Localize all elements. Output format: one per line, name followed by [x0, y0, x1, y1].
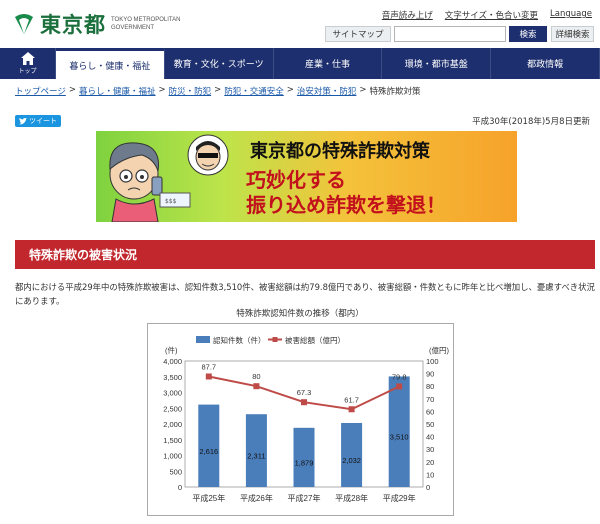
tokyo-ginkgo-logo-icon	[15, 14, 33, 34]
line-value-label: 87.7	[201, 362, 216, 371]
line-value-label: 67.3	[297, 388, 312, 397]
bar-value-label: 1,879	[295, 458, 314, 467]
y-right-tick-label: 70	[426, 395, 434, 404]
chart-title: 特殊詐欺認知件数の推移（都内）	[236, 309, 364, 319]
breadcrumb-item[interactable]: 防災・防犯	[169, 85, 212, 97]
bar	[293, 427, 315, 487]
advanced-search-button[interactable]: 詳細検索	[551, 26, 594, 42]
tweet-label: ツイート	[29, 117, 57, 125]
y-left-tick-label: 500	[169, 467, 182, 476]
nav-item-environment-infrastructure[interactable]: 環境・都市基盤	[382, 48, 492, 79]
breadcrumb-item[interactable]: トップページ	[15, 85, 66, 97]
bar	[245, 414, 267, 487]
logo-english: TOKYO METROPOLITAN GOVERNMENT	[111, 16, 180, 32]
text-to-speech-link[interactable]: 音声読み上げ	[382, 9, 433, 21]
fraud-chart: 0 500 1,000 1,500 2,000 2,500 3,000 3,500 4,000(…	[147, 323, 454, 516]
bar-value-label: 3,510	[390, 433, 409, 442]
y-left-tick-label: 3,000	[163, 389, 182, 398]
y-right-unit: (億円)	[429, 345, 449, 355]
nav-item-government-info[interactable]: 都政情報	[491, 48, 600, 79]
bar-value-label: 2,311	[247, 452, 265, 461]
y-left-tick-label: 4,000	[163, 357, 182, 366]
y-left-tick-label: 1,500	[163, 436, 182, 445]
y-right-tick-label: 10	[426, 470, 434, 479]
tweet-button[interactable]: ツイート	[15, 115, 61, 127]
sitemap-button[interactable]: サイトマップ	[325, 26, 391, 42]
y-right-tick-label: 100	[426, 357, 439, 366]
nav-home[interactable]: トップ	[0, 48, 56, 79]
svg-text:$$$: $$$	[165, 198, 177, 205]
nav-item-living-health-welfare[interactable]: 暮らし・健康・福祉	[56, 48, 165, 79]
y-right-tick-label: 20	[426, 458, 434, 467]
breadcrumb-current: 特殊詐欺対策	[369, 87, 421, 97]
breadcrumb-item[interactable]: 治安対策・防犯	[297, 85, 357, 97]
legend-bar-label: 認知件数（件）	[213, 335, 266, 345]
legend-line-label: 被害総額（億円）	[285, 335, 345, 345]
search-button[interactable]: 検索	[509, 26, 547, 42]
twitter-bird-icon	[19, 117, 27, 124]
bar	[388, 376, 410, 487]
y-right-tick-label: 60	[426, 407, 434, 416]
line-value-label: 80	[252, 372, 260, 381]
logo-text: 東京都	[40, 13, 106, 37]
bar-value-label: 2,616	[199, 447, 218, 456]
line-marker	[396, 383, 403, 390]
y-left-tick-label: 1,000	[163, 452, 182, 461]
line-value-label: 61.7	[344, 395, 359, 404]
line-marker	[253, 383, 260, 390]
y-left-unit: (件)	[165, 345, 178, 355]
nav-item-industry-work[interactable]: 産業・仕事	[274, 48, 383, 79]
home-icon	[20, 52, 35, 65]
line-marker	[348, 406, 355, 413]
banner-subtitle-2: 振り込め詐欺を撃退！	[246, 193, 446, 217]
updated-date: 平成30年(2018年)5月8日更新	[472, 117, 590, 127]
x-tick-label: 平成26年	[240, 493, 273, 503]
text-size-color-link[interactable]: 文字サイズ・色合い変更	[445, 9, 538, 21]
legend-bar-swatch	[196, 336, 210, 343]
y-right-tick-label: 80	[426, 382, 434, 391]
y-left-tick-label: 2,000	[163, 420, 182, 429]
breadcrumb-item[interactable]: 防犯・交通安全	[224, 85, 284, 97]
x-tick-label: 平成27年	[288, 493, 321, 503]
y-right-tick-label: 0	[426, 483, 430, 492]
nav-item-education-culture-sports[interactable]: 教育・文化・スポーツ	[165, 48, 274, 79]
worried-person-illustration: $$$	[109, 134, 229, 222]
y-right-tick-label: 90	[426, 370, 434, 379]
x-tick-label: 平成25年	[192, 493, 225, 503]
banner-title: 東京都の特殊詐欺対策	[250, 141, 430, 162]
legend-line-marker	[272, 337, 278, 342]
x-tick-label: 平成29年	[383, 493, 416, 503]
nav-home-label: トップ	[18, 68, 37, 75]
site-logo[interactable]: 東京都 TOKYO METROPOLITAN GOVERNMENT	[12, 9, 180, 39]
bar-value-label: 2,032	[342, 456, 361, 465]
y-left-tick-label: 3,500	[163, 373, 182, 382]
bar	[341, 422, 363, 487]
fraud-banner: $$$ 東京都の特殊詐欺対策 巧妙化する 振り込め詐欺を撃退！	[96, 131, 517, 222]
logo-en-line1: TOKYO METROPOLITAN	[111, 17, 181, 23]
section-heading: 特殊詐欺の被害状況	[15, 240, 595, 269]
line-marker	[205, 373, 212, 380]
search-input[interactable]	[394, 26, 506, 42]
chart-svg: 05001,0001,5002,0002,5003,0003,5004,000(…	[163, 335, 449, 503]
site-header: 東京都 TOKYO METROPOLITAN GOVERNMENT 音声読み上げ…	[0, 0, 600, 48]
x-tick-label: 平成28年	[335, 493, 368, 503]
global-nav: トップ 暮らし・健康・福祉 教育・文化・スポーツ 産業・仕事 環境・都市基盤 都…	[0, 48, 600, 79]
language-link[interactable]: Language	[550, 9, 592, 21]
y-left-tick-label: 0	[178, 483, 182, 492]
body-paragraph: 都内における平成29年中の特殊詐欺被害は、認知件数3,510件、被害総額は約79…	[15, 282, 595, 306]
y-right-tick-label: 40	[426, 433, 434, 442]
bar	[198, 404, 220, 487]
y-right-tick-label: 30	[426, 445, 434, 454]
y-right-tick-label: 50	[426, 420, 434, 429]
utility-links: 音声読み上げ 文字サイズ・色合い変更 Language	[382, 9, 592, 21]
line-marker	[301, 399, 307, 406]
breadcrumb: トップページ > 暮らし・健康・福祉 > 防災・防犯 > 防犯・交通安全 > 治安対策・…	[15, 85, 421, 97]
logo-en-line2: GOVERNMENT	[111, 25, 155, 31]
y-left-tick-label: 2,500	[163, 404, 182, 413]
breadcrumb-item[interactable]: 暮らし・健康・福祉	[79, 85, 156, 97]
line-value-label: 79.8	[392, 372, 407, 381]
